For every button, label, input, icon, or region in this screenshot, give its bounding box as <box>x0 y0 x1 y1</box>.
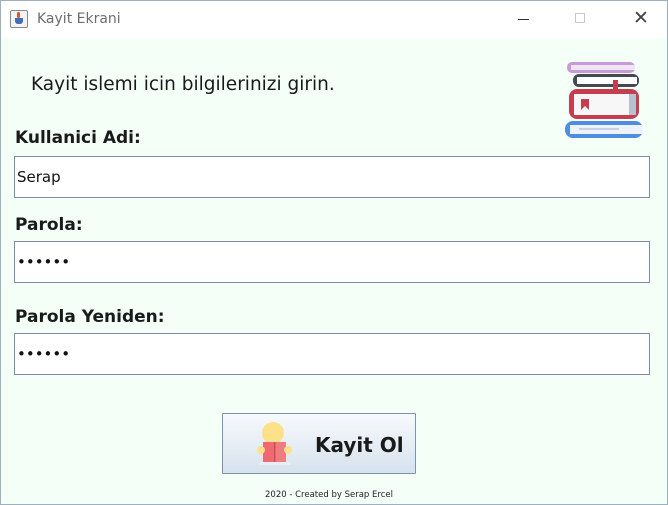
minimize-icon <box>518 19 529 20</box>
username-label: Kullanici Adi: <box>15 128 141 148</box>
java-cup-icon <box>10 10 28 28</box>
password-field[interactable] <box>14 241 650 283</box>
register-window: Kayit Ekrani ✕ Kayit islemi icin bilgile… <box>0 0 668 505</box>
register-button-label: Kayit Ol <box>315 433 404 457</box>
username-field[interactable] <box>14 156 650 198</box>
books-stack-icon <box>565 62 643 138</box>
password-input[interactable] <box>15 242 649 282</box>
close-button[interactable]: ✕ <box>617 1 663 38</box>
password-repeat-field[interactable] <box>14 333 650 375</box>
username-input[interactable] <box>15 157 649 197</box>
maximize-icon <box>575 13 585 23</box>
window-title: Kayit Ekrani <box>37 11 121 27</box>
maximize-button[interactable] <box>557 1 603 38</box>
reading-person-icon <box>257 422 292 465</box>
close-icon: ✕ <box>633 7 649 29</box>
register-button[interactable]: Kayit Ol <box>222 413 416 474</box>
minimize-button[interactable] <box>501 1 547 38</box>
title-bar[interactable]: Kayit Ekrani ✕ <box>1 1 667 38</box>
password-repeat-input[interactable] <box>15 334 649 374</box>
password-label: Parola: <box>15 215 83 235</box>
instruction-text: Kayit islemi icin bilgilerinizi girin. <box>31 74 335 95</box>
password-repeat-label: Parola Yeniden: <box>15 307 165 327</box>
footer-credit: 2020 - Created by Serap Ercel <box>265 490 393 500</box>
